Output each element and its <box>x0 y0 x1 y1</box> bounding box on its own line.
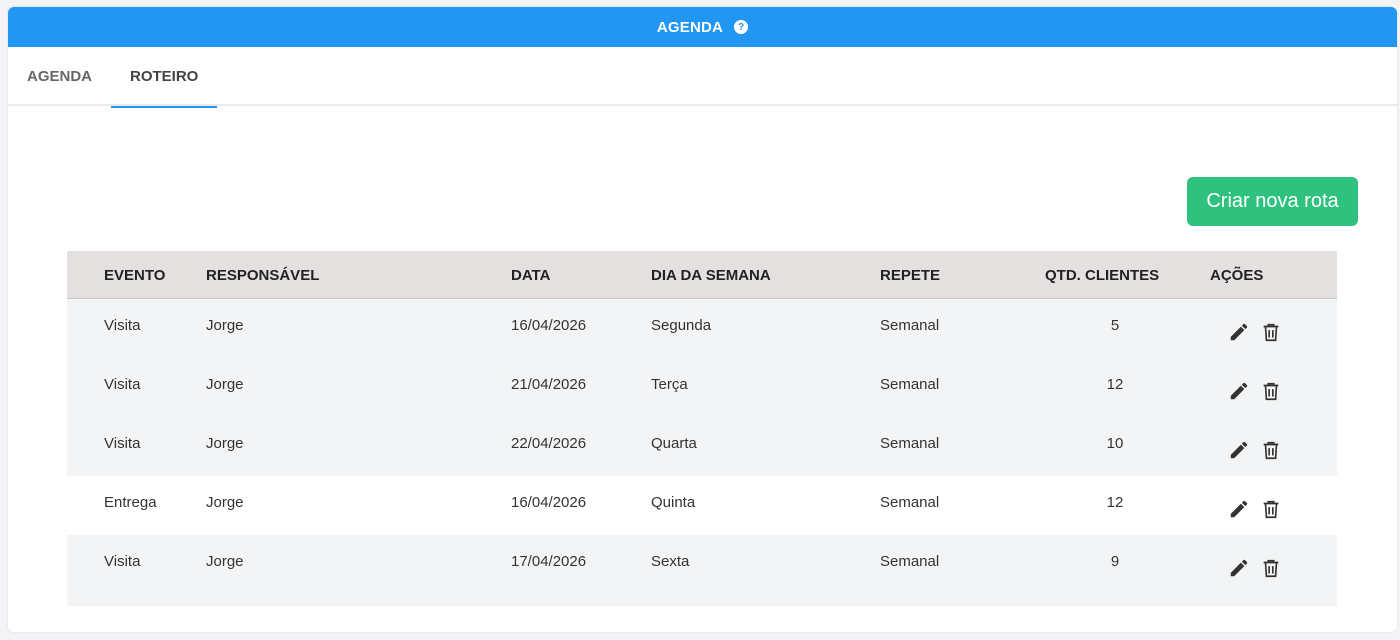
row-actions <box>1228 380 1282 402</box>
row-actions <box>1228 498 1282 520</box>
agenda-panel: AGENDA ? AGENDA ROTEIRO Criar nova rota … <box>8 7 1397 632</box>
trash-icon[interactable] <box>1260 380 1282 402</box>
create-route-button[interactable]: Criar nova rota <box>1187 177 1358 226</box>
column-header-qtd-clientes: QTD. CLIENTES <box>1045 267 1160 284</box>
pencil-icon[interactable] <box>1228 380 1250 402</box>
column-header-responsavel: RESPONSÁVEL <box>206 267 320 284</box>
cell-repete: Semanal <box>880 435 940 452</box>
cell-dia-da-semana: Segunda <box>651 317 712 334</box>
table-row: Entrega Jorge 16/04/2026 Quinta Semanal 12 <box>67 476 1337 535</box>
table-row: Visita Jorge 21/04/2026 Terça Semanal 12 <box>67 358 1337 417</box>
cell-repete: Semanal <box>880 553 940 570</box>
cell-evento: Visita <box>104 553 141 570</box>
tab-agenda[interactable]: AGENDA <box>8 47 111 106</box>
cell-qtd-clientes: 10 <box>1106 435 1124 452</box>
cell-data: 22/04/2026 <box>511 435 587 452</box>
cell-data: 16/04/2026 <box>511 317 587 334</box>
cell-qtd-clientes: 12 <box>1106 494 1124 511</box>
table-row: Visita Jorge 22/04/2026 Quarta Semanal 10 <box>67 417 1337 476</box>
cell-qtd-clientes: 5 <box>1110 317 1120 334</box>
column-header-dia-da-semana: DIA DA SEMANA <box>651 267 771 284</box>
cell-dia-da-semana: Quinta <box>651 494 696 511</box>
column-header-data: DATA <box>511 267 551 284</box>
table-row: Visita Jorge 17/04/2026 Sexta Semanal 9 <box>67 535 1337 594</box>
cell-responsavel: Jorge <box>206 317 244 334</box>
pencil-icon[interactable] <box>1228 321 1250 343</box>
cell-data: 16/04/2026 <box>511 494 587 511</box>
column-header-acoes: AÇÕES <box>1210 267 1264 284</box>
trash-icon[interactable] <box>1260 498 1282 520</box>
cell-responsavel: Jorge <box>206 435 244 452</box>
cell-repete: Semanal <box>880 317 940 334</box>
row-actions <box>1228 321 1282 343</box>
table-row: Visita Jorge 16/04/2026 Segunda Semanal 5 <box>67 299 1337 358</box>
cell-responsavel: Jorge <box>206 494 244 511</box>
cell-qtd-clientes: 9 <box>1110 553 1120 570</box>
pencil-icon[interactable] <box>1228 557 1250 579</box>
tab-roteiro[interactable]: ROTEIRO <box>111 47 218 108</box>
pencil-icon[interactable] <box>1228 498 1250 520</box>
cell-data: 21/04/2026 <box>511 376 587 393</box>
cell-evento: Visita <box>104 435 141 452</box>
cell-responsavel: Jorge <box>206 376 244 393</box>
cell-data: 17/04/2026 <box>511 553 587 570</box>
cell-repete: Semanal <box>880 376 940 393</box>
cell-dia-da-semana: Quarta <box>651 435 697 452</box>
cell-evento: Visita <box>104 317 141 334</box>
cell-repete: Semanal <box>880 494 940 511</box>
cell-evento: Entrega <box>104 494 157 511</box>
trash-icon[interactable] <box>1260 439 1282 461</box>
column-header-evento: EVENTO <box>104 267 166 284</box>
cell-dia-da-semana: Terça <box>651 376 688 393</box>
tab-bar: AGENDA ROTEIRO <box>8 47 1397 108</box>
row-actions <box>1228 557 1282 579</box>
help-icon[interactable]: ? <box>734 20 749 34</box>
pencil-icon[interactable] <box>1228 439 1250 461</box>
table-header: EVENTO RESPONSÁVEL DATA DIA DA SEMANA RE… <box>67 251 1337 299</box>
trash-icon[interactable] <box>1260 321 1282 343</box>
cell-evento: Visita <box>104 376 141 393</box>
cell-qtd-clientes: 12 <box>1106 376 1124 393</box>
row-actions <box>1228 439 1282 461</box>
trash-icon[interactable] <box>1260 557 1282 579</box>
route-table: EVENTO RESPONSÁVEL DATA DIA DA SEMANA RE… <box>67 251 1337 606</box>
panel-title: AGENDA <box>656 18 724 36</box>
column-header-repete: REPETE <box>880 267 941 284</box>
cell-dia-da-semana: Sexta <box>651 553 690 570</box>
cell-responsavel: Jorge <box>206 553 244 570</box>
panel-header: AGENDA ? <box>8 7 1397 47</box>
